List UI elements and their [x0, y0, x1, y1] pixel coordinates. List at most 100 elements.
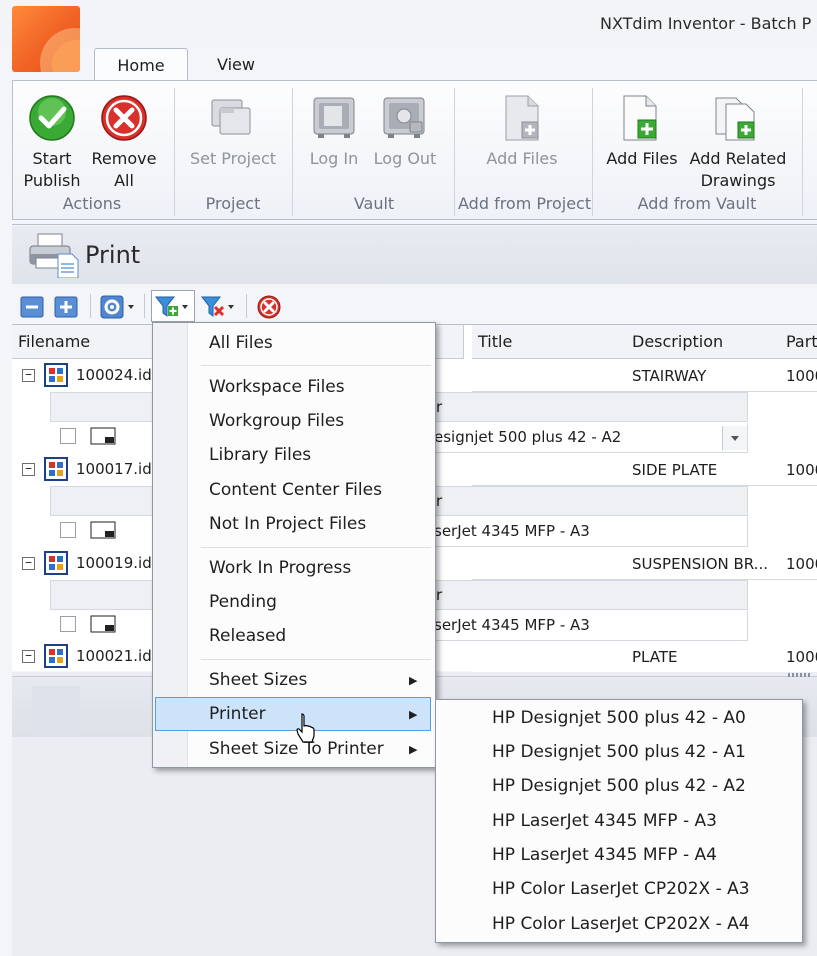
filename-cell[interactable]: 100021.idw [76, 647, 164, 665]
description-cell[interactable]: PLATE [626, 641, 782, 673]
tab-view[interactable]: View [196, 48, 276, 80]
sub-header-label: r [436, 586, 443, 604]
sub-header-label: r [436, 398, 443, 416]
printer-select[interactable]: esignjet 500 plus 42 - A2 [428, 423, 748, 453]
tab-home[interactable]: Home [94, 48, 188, 81]
remove-all-button[interactable]: Remove All [88, 148, 160, 192]
add-related-drawings-button[interactable]: Add Related Drawings [686, 148, 790, 192]
actions-group-label: Actions [62, 194, 122, 213]
add-from-vault-group-label: Add from Vault [637, 194, 757, 213]
menu-item-not-in-project-files[interactable]: Not In Project Files [209, 508, 366, 540]
menu-separator [201, 547, 431, 548]
printer-select-dropdown[interactable] [722, 426, 747, 450]
printer-cell[interactable]: serJet 4345 MFP - A3 [428, 517, 748, 547]
sheet-icon [90, 521, 116, 539]
bottom-tile [32, 686, 80, 734]
sub-header-label: r [436, 492, 443, 510]
printer-option[interactable]: HP Designjet 500 plus 42 - A2 [492, 770, 746, 802]
row-expander[interactable]: − [22, 557, 35, 570]
title-cell[interactable] [472, 454, 628, 486]
filename-cell[interactable]: 100024.idw [76, 366, 164, 384]
filename-cell[interactable]: 100017.idw [76, 460, 164, 478]
printer-option[interactable]: HP Color LaserJet CP202X - A3 [492, 873, 750, 905]
cancel-icon[interactable] [256, 294, 282, 320]
chevron-down-icon [731, 436, 739, 441]
log-out-icon [383, 97, 425, 138]
add-related-drawings-icon[interactable] [712, 94, 760, 142]
remove-all-icon[interactable] [100, 94, 148, 142]
printer-option[interactable]: HP LaserJet 4345 MFP - A4 [492, 839, 717, 871]
menu-item-pending[interactable]: Pending [209, 586, 277, 618]
printer-option[interactable]: HP Designjet 500 plus 42 - A0 [492, 702, 746, 734]
toolbar-separator [246, 294, 247, 318]
set-project-icon [211, 99, 251, 135]
add-files-project-button[interactable]: Add Files [474, 148, 570, 170]
column-header-title[interactable]: Title [472, 325, 628, 359]
menu-item-released[interactable]: Released [209, 620, 286, 652]
printer-submenu: HP Designjet 500 plus 42 - A0 HP Designj… [435, 699, 803, 943]
expand-all-icon[interactable] [54, 296, 78, 318]
add-files-vault-button[interactable]: Add Files [600, 148, 684, 170]
title-cell[interactable] [472, 641, 628, 673]
row-expander[interactable]: − [22, 650, 35, 663]
filename-cell[interactable]: 100019.idw [76, 554, 164, 572]
group-separator [802, 88, 803, 216]
window-title: NXTdim Inventor - Batch P [600, 14, 812, 33]
submenu-arrow-icon: ▶ [409, 674, 418, 687]
menu-separator [201, 659, 431, 660]
menu-item-all-files[interactable]: All Files [209, 327, 273, 359]
printer-option[interactable]: HP Designjet 500 plus 42 - A1 [492, 736, 746, 768]
row-expander[interactable]: − [22, 463, 35, 476]
part-cell[interactable]: 1000 [780, 454, 817, 486]
menu-item-content-center-files[interactable]: Content Center Files [209, 474, 382, 506]
group-separator [454, 88, 455, 216]
log-out-button[interactable]: Log Out [370, 148, 440, 170]
sheet-icon [90, 427, 116, 445]
sheet-icon [90, 615, 116, 633]
application-menu-button[interactable] [12, 6, 80, 72]
menu-item-library-files[interactable]: Library Files [209, 439, 311, 471]
panel-title: Print [85, 241, 141, 269]
add-files-vault-icon[interactable] [616, 94, 664, 142]
add-files-project-icon [505, 95, 539, 141]
start-publish-button[interactable]: Start Publish [16, 148, 88, 192]
row-checkbox[interactable] [60, 522, 76, 538]
filter-remove-icon[interactable] [200, 294, 238, 320]
printer-option[interactable]: HP LaserJet 4345 MFP - A3 [492, 805, 717, 837]
column-header-description[interactable]: Description [626, 325, 782, 359]
description-cell[interactable]: SIDE PLATE [626, 454, 782, 486]
part-cell[interactable]: 1000 [780, 548, 817, 580]
collapse-all-icon[interactable] [20, 296, 44, 318]
row-checkbox[interactable] [60, 428, 76, 444]
menu-item-sheet-sizes[interactable]: Sheet Sizes [209, 664, 307, 696]
menu-item-workgroup-files[interactable]: Workgroup Files [209, 405, 344, 437]
part-cell[interactable]: 1000 [780, 360, 817, 392]
row-expander[interactable]: − [22, 369, 35, 382]
toolbar-separator [144, 294, 145, 318]
start-publish-icon[interactable] [28, 94, 76, 142]
description-cell[interactable]: STAIRWAY [626, 360, 782, 392]
mouse-cursor-icon [296, 713, 315, 743]
filter-add-icon[interactable] [154, 294, 192, 320]
title-cell[interactable] [472, 548, 628, 580]
part-cell[interactable]: 1000 [780, 641, 817, 673]
row-checkbox[interactable] [60, 616, 76, 632]
log-in-button[interactable]: Log In [302, 148, 366, 170]
menu-item-printer[interactable]: Printer [209, 698, 266, 730]
printer-cell[interactable]: serJet 4345 MFP - A3 [428, 611, 748, 641]
splitter-grip[interactable] [788, 673, 812, 677]
column-header-part[interactable]: Part [780, 325, 817, 359]
menu-item-work-in-progress[interactable]: Work In Progress [209, 552, 351, 584]
submenu-arrow-icon: ▶ [409, 708, 418, 721]
set-project-button[interactable]: Set Project [186, 148, 280, 170]
vault-group-label: Vault [353, 194, 395, 213]
filter-menu: All Files Workspace Files Workgroup File… [152, 322, 436, 768]
printer-icon [29, 233, 79, 278]
printer-option[interactable]: HP Color LaserJet CP202X - A4 [492, 908, 750, 940]
title-cell[interactable] [472, 360, 628, 392]
log-in-icon [313, 97, 355, 138]
description-cell[interactable]: SUSPENSION BR... [626, 548, 782, 580]
settings-dropdown-icon[interactable] [100, 294, 138, 320]
menu-item-highlight [155, 697, 431, 731]
menu-item-workspace-files[interactable]: Workspace Files [209, 371, 345, 403]
